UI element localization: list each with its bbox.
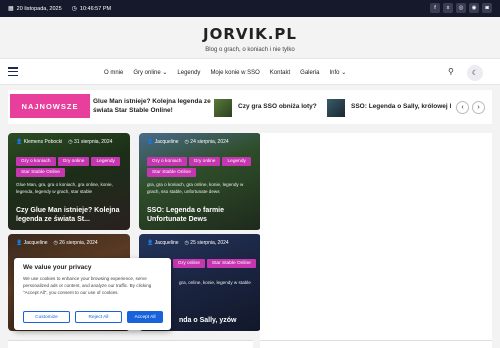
latest-posts-ticker: NAJNOWSZE Glue Man istnieje? Kolejna leg… (8, 90, 492, 124)
time-display: ◷ 10:46:57 PM (71, 5, 112, 13)
ticker-prev-button[interactable]: ‹ (456, 101, 469, 114)
main-navigation: O mnie Gry online ⌄ Legendy Moje konie w… (0, 58, 500, 85)
tag-chip[interactable]: Legendy (222, 157, 251, 166)
ticker-item[interactable]: Glue Man istnieje? Kolejna legenda ze św… (93, 98, 211, 115)
chevron-down-icon: ⌄ (341, 70, 347, 76)
post-date: ◷ 31 sierpnia, 2024 (68, 139, 113, 145)
calendar-icon: ▦ (8, 6, 14, 12)
tag-chip[interactable]: Gry o koniach (16, 157, 56, 166)
post-meta: 👤 Jacqueline ◷ 24 sierpnia, 2024 (147, 139, 229, 145)
tag-chip[interactable]: Legendy (91, 157, 120, 166)
post-meta: 👤 Jacqueline ◷ 26 sierpnia, 2024 (16, 240, 98, 246)
tag-chip[interactable]: Star Stable Online (16, 168, 65, 177)
post-author[interactable]: 👤 Jacqueline (147, 240, 179, 246)
nav-item-o-mnie[interactable]: O mnie (104, 70, 123, 76)
post-author[interactable]: 👤 Klemens Pobocki (16, 139, 62, 145)
top-bar: ▦ 20 listopada, 2025 ◷ 10:46:57 PM f x ◎ ◉… (0, 0, 500, 17)
chevron-right-icon: › (477, 104, 480, 111)
chevron-left-icon: ‹ (461, 104, 464, 111)
post-card[interactable]: 👤 Jacqueline ◷ 24 sierpnia, 2024 Gry o k… (139, 133, 261, 230)
youtube-icon[interactable]: ◉ (469, 3, 479, 13)
user-icon: 👤 (16, 240, 23, 246)
cookie-consent-dialog: We value your privacy We use cookies to … (14, 258, 171, 330)
clock-icon: ◷ (68, 139, 73, 145)
customize-button[interactable]: Customize (23, 311, 70, 323)
tag-chip[interactable]: Gry o koniach (147, 157, 187, 166)
facebook-icon[interactable]: f (430, 3, 440, 13)
site-branding: JORVIK.PL Blog o grach, o koniach i nie … (0, 25, 500, 53)
clock-icon: ◷ (71, 6, 77, 12)
post-keywords: gra, gra o koniach, gra online, konie, l… (147, 182, 244, 194)
nav-item-kontakt[interactable]: Kontakt (270, 70, 290, 76)
clock-icon: ◷ (184, 240, 189, 246)
sidebar-column (260, 133, 492, 348)
cookie-title: We value your privacy (23, 264, 92, 271)
post-date: ◷ 24 sierpnia, 2024 (184, 139, 229, 145)
dark-mode-toggle-icon[interactable]: ☾ (467, 65, 483, 81)
nav-item-info[interactable]: Info ⌄ (330, 69, 347, 76)
post-date: ◷ 25 sierpnia, 2024 (184, 240, 229, 246)
post-tags: Gry o koniach Gry online Legendy Star St… (16, 157, 126, 177)
social-links: f x ◎ ◉ ◙ (430, 3, 492, 13)
ticker-item[interactable]: SSO: Legenda o Sally, królowej l (351, 103, 453, 112)
x-twitter-icon[interactable]: x (443, 3, 453, 13)
post-meta: 👤 Jacqueline ◷ 25 sierpnia, 2024 (147, 240, 229, 246)
post-keywords: gra, online, konie, legendy w stable (179, 280, 251, 285)
post-date: ◷ 26 sierpnia, 2024 (53, 240, 98, 246)
post-title[interactable]: SSO: Legenda o farmie Unfortunate Dews (147, 206, 259, 224)
ticker-next-button[interactable]: › (472, 101, 485, 114)
ticker-thumbnail[interactable] (214, 99, 232, 117)
user-icon: 👤 (147, 139, 154, 145)
nav-item-moje-konie[interactable]: Moje konie w SSO (210, 70, 259, 76)
site-tagline: Blog o grach, o koniach i nie tylko (205, 47, 295, 53)
post-tags: Gry online Star Stable Online (173, 259, 258, 268)
ticker-item[interactable]: Czy gra SSO obniża loty? (238, 103, 328, 112)
clock-icon: ◷ (53, 240, 58, 246)
hamburger-menu-icon[interactable] (8, 67, 18, 76)
post-tags: Gry o koniach Gry online Legendy Star St… (147, 157, 257, 177)
nav-menu: O mnie Gry online ⌄ Legendy Moje konie w… (104, 59, 346, 86)
post-author[interactable]: 👤 Jacqueline (147, 139, 179, 145)
search-icon[interactable]: ⚲ (448, 67, 454, 76)
post-title[interactable]: nda o Sally, yzów (179, 316, 259, 325)
tag-chip[interactable]: Star Stable Online (206, 259, 256, 268)
nav-item-galeria[interactable]: Galeria (300, 70, 319, 76)
site-title[interactable]: JORVIK.PL (0, 25, 500, 43)
nav-item-gry-online[interactable]: Gry online ⌄ (133, 69, 167, 76)
post-meta: 👤 Klemens Pobocki ◷ 31 sierpnia, 2024 (16, 139, 112, 145)
post-title[interactable]: Czy Glue Man istnieje? Kolejna legenda z… (16, 206, 128, 224)
tag-chip[interactable]: Gry online (188, 157, 221, 166)
next-section (8, 340, 253, 348)
post-author[interactable]: 👤 Jacqueline (16, 240, 48, 246)
accept-all-button[interactable]: Accept All (127, 311, 163, 323)
date-display: ▦ 20 listopada, 2025 (8, 5, 62, 13)
nav-item-legendy[interactable]: Legendy (177, 70, 200, 76)
tag-chip[interactable]: Gry online (57, 157, 90, 166)
reject-all-button[interactable]: Reject All (75, 311, 122, 323)
post-keywords: Glue Man, gra, gra o koniach, gra online… (16, 182, 113, 194)
user-icon: 👤 (16, 139, 23, 145)
clock-icon: ◷ (184, 139, 189, 145)
tiktok-icon[interactable]: ◙ (482, 3, 492, 13)
tag-chip[interactable]: Star Stable Online (147, 168, 196, 177)
cookie-text: We use cookies to enhance your browsing … (23, 276, 152, 295)
user-icon: 👤 (147, 240, 154, 246)
post-card[interactable]: 👤 Klemens Pobocki ◷ 31 sierpnia, 2024 Gr… (8, 133, 130, 230)
instagram-icon[interactable]: ◎ (456, 3, 466, 13)
next-section (260, 340, 492, 348)
ticker-thumbnail[interactable] (327, 99, 345, 117)
tag-chip[interactable]: Gry online (173, 259, 205, 268)
latest-badge: NAJNOWSZE (10, 94, 90, 118)
chevron-down-icon: ⌄ (162, 70, 168, 76)
